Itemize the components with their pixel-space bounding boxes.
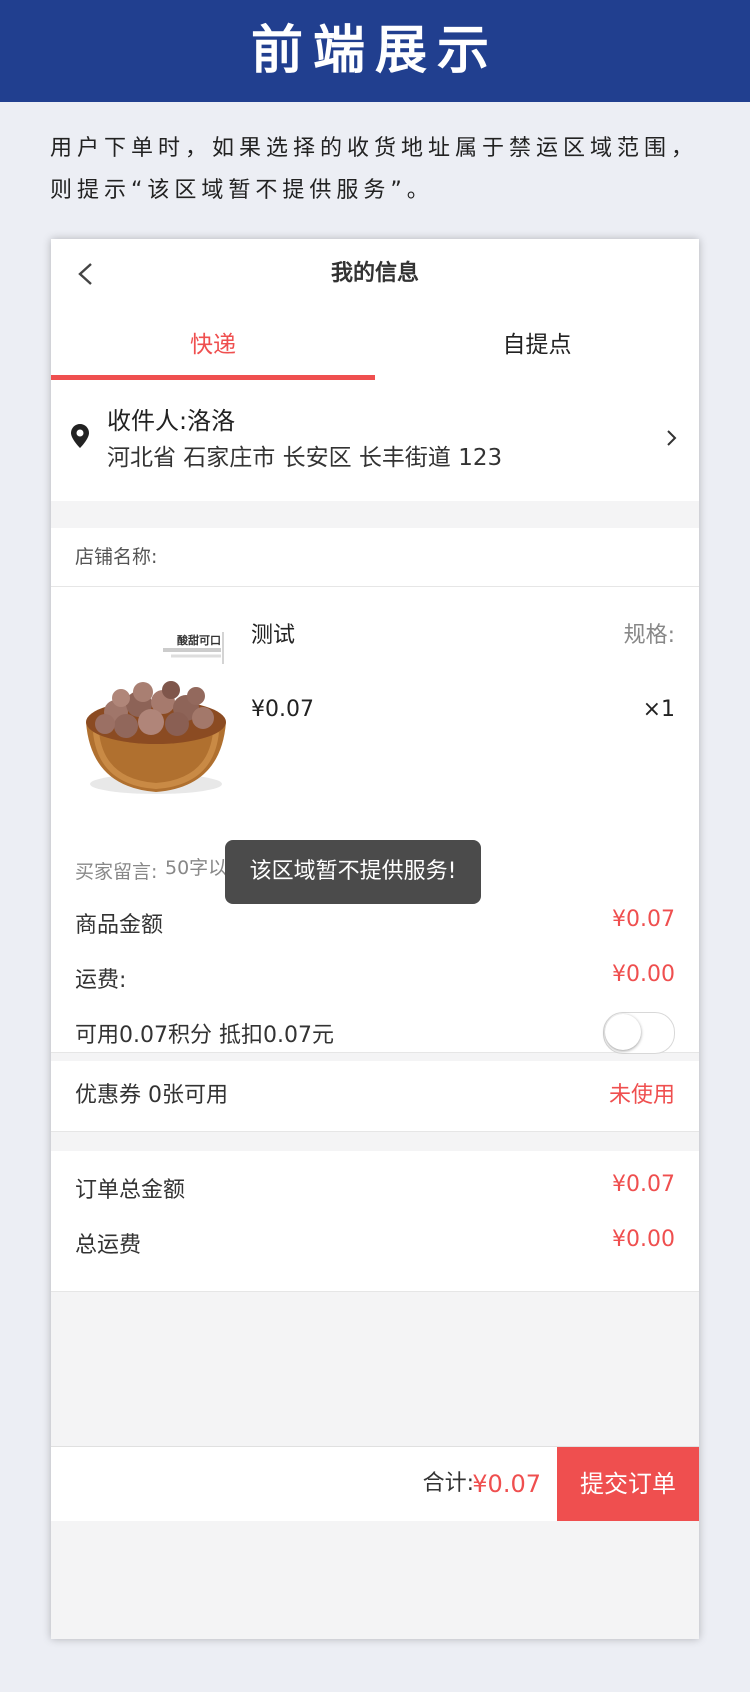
points-toggle[interactable]: [603, 1012, 675, 1054]
shipping-fee-value: ¥0.00: [612, 962, 675, 987]
totals-section: 订单总金额 ¥0.07 总运费 ¥0.00: [51, 1151, 699, 1292]
toast-message: 该区域暂不提供服务!: [225, 840, 481, 904]
shop-name-label: 店铺名称:: [75, 546, 158, 568]
points-deduction-label: 可用0.07积分 抵扣0.07元: [75, 1023, 334, 1048]
banner-title: 前端展示: [250, 21, 499, 81]
total-shipping-value: ¥0.00: [612, 1227, 675, 1252]
coupon-row[interactable]: 优惠券 0张可用 未使用: [51, 1061, 699, 1132]
delivery-tabs: 快递 自提点: [51, 309, 699, 381]
checkout-bar: 合计: ¥0.07 提交订单: [51, 1446, 699, 1521]
order-total-value: ¥0.07: [612, 1172, 675, 1197]
toggle-knob: [605, 1014, 641, 1050]
product-price: ¥0.07: [251, 697, 314, 722]
page-title: 我的信息: [330, 261, 419, 286]
location-pin-icon: [71, 424, 89, 448]
spec-label: 规格:: [623, 623, 675, 648]
tab-express[interactable]: 快递: [51, 309, 375, 381]
coupon-status: 未使用: [608, 1083, 675, 1108]
tab-pickup[interactable]: 自提点: [375, 309, 699, 381]
description-text: 用户下单时，如果选择的收货地址属于禁运区域范围，则提示“该区域暂不提供服务”。: [50, 136, 699, 203]
product-image-caption: 酸甜可口: [177, 633, 221, 647]
shipping-fee-label: 运费:: [75, 968, 127, 993]
buyer-note-label: 买家留言:: [75, 861, 158, 883]
product-image: 酸甜可口: [86, 632, 226, 794]
address-card[interactable]: 收件人:洛洛 河北省 石家庄市 长安区 长丰街道 123: [51, 381, 699, 501]
total-shipping-label: 总运费: [75, 1233, 142, 1258]
order-section: 酸甜可口 测试 规格: ¥0.07 ×1 买家留言: 50字以内（选填） 商品金…: [51, 587, 699, 1054]
goods-amount-label: 商品金额: [75, 913, 164, 938]
chevron-right-icon: [667, 430, 677, 446]
shop-row: 店铺名称:: [51, 528, 699, 587]
phone-screen: 我的信息 快递 自提点 收件人:洛洛 河北省 石家庄市 长安区 长丰街道 123…: [51, 239, 699, 1639]
address-line: 河北省 石家庄市 长安区 长丰街道 123: [107, 445, 503, 471]
product-quantity: ×1: [642, 697, 675, 722]
goods-amount-value: ¥0.07: [612, 907, 675, 932]
order-total-label: 订单总金额: [75, 1178, 186, 1203]
header-banner: 前端展示: [0, 0, 750, 102]
product-name: 测试: [251, 623, 296, 648]
submit-order-button[interactable]: 提交订单: [557, 1447, 699, 1521]
footer-total-value: ¥0.07: [472, 1470, 541, 1498]
receiver-name: 收件人:洛洛: [107, 407, 236, 435]
active-tab-indicator: [51, 375, 375, 380]
footer-total-label: 合计:: [422, 1471, 474, 1496]
coupon-label: 优惠券 0张可用: [75, 1083, 228, 1108]
nav-bar: 我的信息: [51, 239, 699, 310]
